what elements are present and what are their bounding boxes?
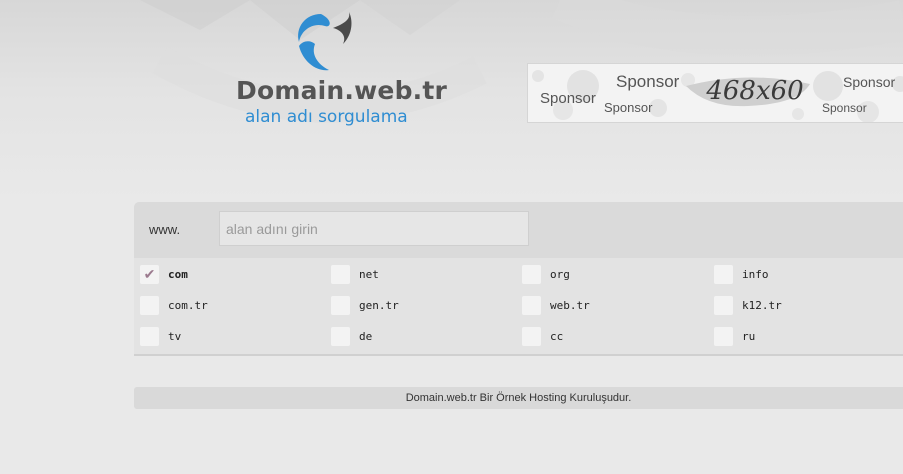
checkbox-checked-icon[interactable]: ✔ [140,264,159,284]
tld-label: com.tr [168,298,208,312]
checkbox-icon[interactable] [522,295,541,315]
tld-option-com[interactable]: ✔ com [140,263,188,285]
tld-option-net[interactable]: net [331,263,379,285]
tld-option-tv[interactable]: tv [140,325,181,347]
tld-options: ✔ com net org info com.tr gen.tr web.tr [134,258,903,356]
tld-option-com-tr[interactable]: com.tr [140,294,208,316]
checkbox-icon[interactable] [331,264,350,284]
tld-label: de [359,329,373,343]
sponsor-text: Sponsor [843,74,896,90]
tld-option-cc[interactable]: cc [522,325,563,347]
tld-option-ru[interactable]: ru [714,325,755,347]
sponsor-text: Sponsor [822,101,867,115]
tld-label: cc [550,329,564,343]
tld-label: tv [168,329,182,343]
checkbox-icon[interactable] [140,326,159,346]
sponsor-banner[interactable]: Sponsor Sponsor Sponsor Sponsor Sponsor … [527,63,903,123]
tld-option-gen-tr[interactable]: gen.tr [331,294,399,316]
checkbox-icon[interactable] [522,326,541,346]
tld-option-org[interactable]: org [522,263,570,285]
tld-label: org [550,267,570,281]
tld-label: web.tr [550,298,590,312]
checkbox-icon[interactable] [714,295,733,315]
tld-option-k12-tr[interactable]: k12.tr [714,294,782,316]
footer-bar: Domain.web.tr Bir Örnek Hosting Kuruluşu… [134,387,903,409]
tld-label: ru [742,329,756,343]
domain-search-input[interactable] [219,211,529,246]
tld-option-web-tr[interactable]: web.tr [522,294,590,316]
tld-label: com [168,267,188,281]
tld-label: net [359,267,379,281]
footer-text: Domain.web.tr Bir Örnek Hosting Kuruluşu… [405,392,632,404]
tld-option-de[interactable]: de [331,325,372,347]
logo-subtitle: alan adı sorgulama [245,107,408,127]
tld-label: gen.tr [359,298,399,312]
logo-title: Domain.web.tr [236,76,448,105]
logo-swirl-icon [298,12,352,71]
search-panel: www. [134,202,903,258]
sponsor-text: Sponsor [616,72,680,91]
tld-label: info [742,267,769,281]
tld-label: k12.tr [742,298,782,312]
sponsor-text: Sponsor [540,90,596,107]
checkbox-icon[interactable] [714,326,733,346]
sponsor-text: Sponsor [604,100,653,115]
tld-option-info[interactable]: info [714,263,769,285]
checkbox-icon[interactable] [714,264,733,284]
checkbox-icon[interactable] [331,295,350,315]
checkbox-icon[interactable] [140,295,159,315]
checkbox-icon[interactable] [522,264,541,284]
www-prefix: www. [149,222,181,237]
banner-size-text: 468x60 [706,76,804,106]
checkbox-icon[interactable] [331,326,350,346]
site-logo[interactable]: Domain.web.tr alan adı sorgulama [236,10,448,135]
